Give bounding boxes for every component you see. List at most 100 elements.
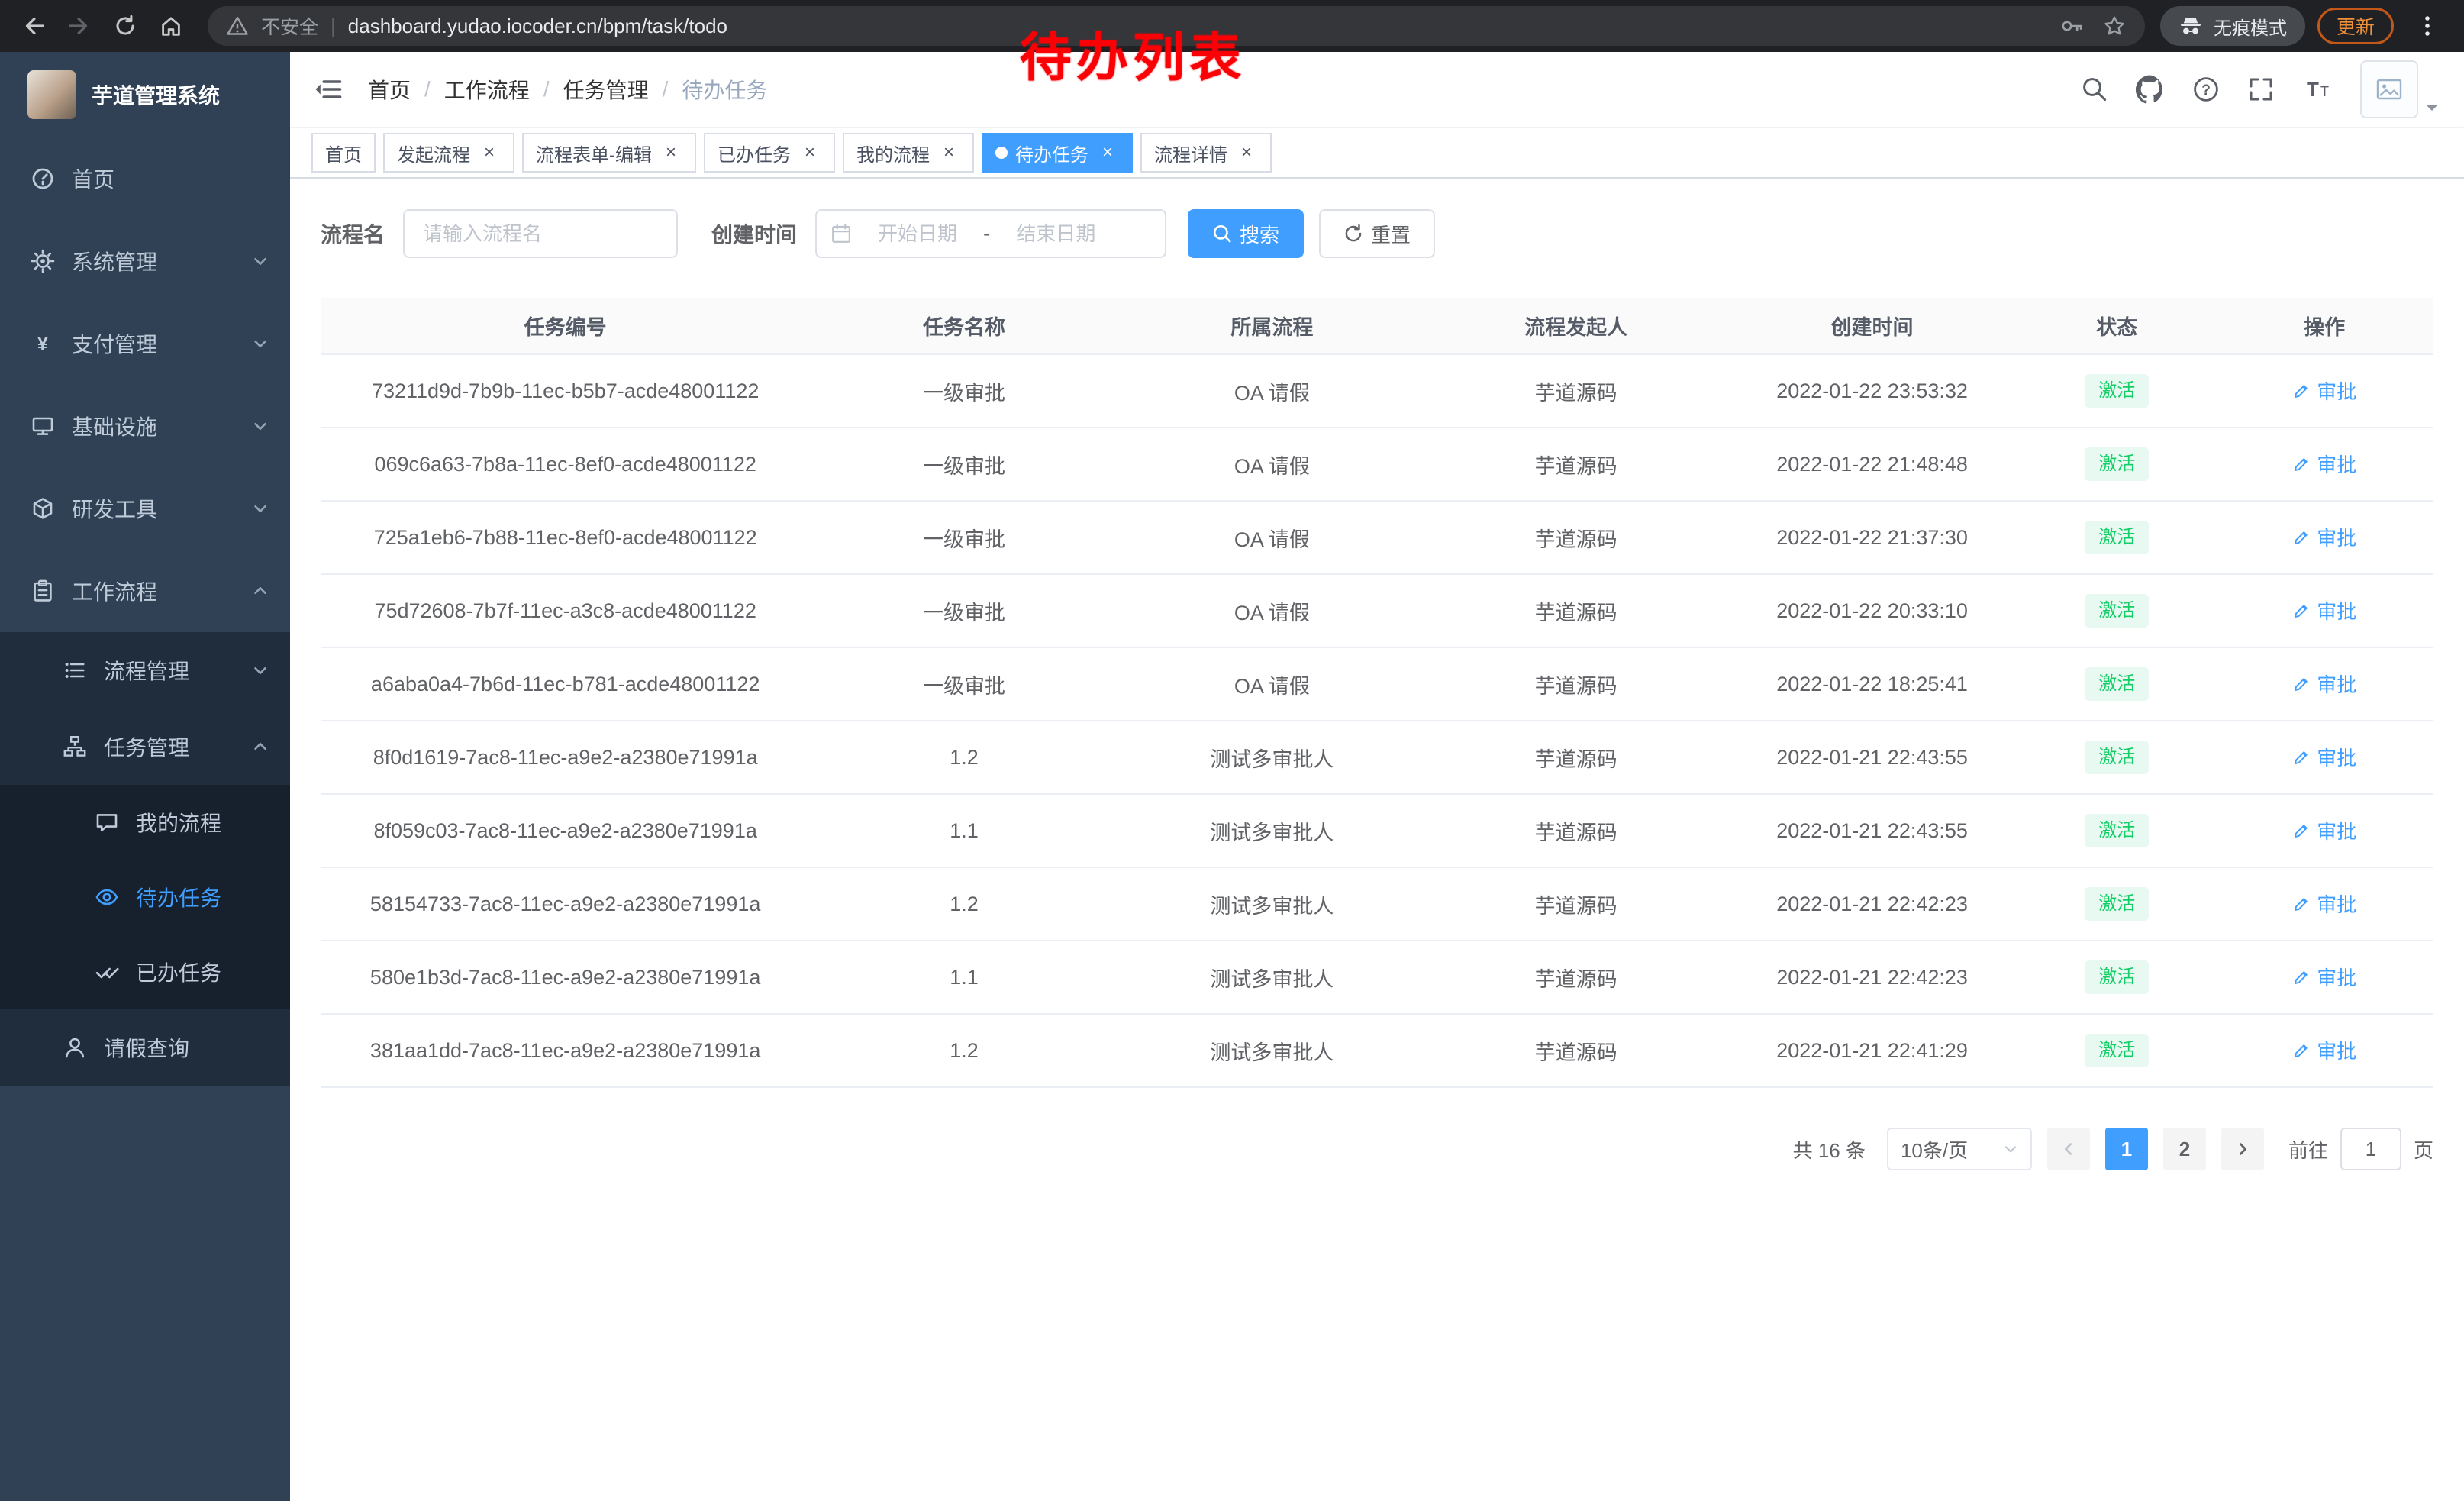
table-row: 381aa1dd-7ac8-11ec-a9e2-a2380e71991a 1.2…: [321, 1014, 2433, 1087]
create-time-label: 创建时间: [711, 218, 797, 249]
breadcrumb-home[interactable]: 首页: [368, 74, 411, 105]
cell-task-id: 73211d9d-7b9b-11ec-b5b7-acde48001122: [321, 354, 810, 428]
approve-link[interactable]: 审批: [2292, 376, 2356, 405]
cell-task-name: 一级审批: [810, 354, 1118, 428]
close-icon[interactable]: ×: [1096, 141, 1119, 164]
breadcrumb-workflow[interactable]: 工作流程: [444, 74, 530, 105]
end-date-input[interactable]: [999, 222, 1112, 246]
cell-create-time: 2022-01-22 21:37:30: [1726, 501, 2018, 574]
sidebar-item-devtools[interactable]: 研发工具: [0, 467, 290, 550]
cell-initiator: 芋道源码: [1426, 647, 1726, 721]
approve-link[interactable]: 审批: [2292, 889, 2356, 918]
prev-page-button[interactable]: [2047, 1128, 2090, 1170]
browser-back-button[interactable]: [12, 5, 55, 47]
cell-task-id: 8f059c03-7ac8-11ec-a9e2-a2380e71991a: [321, 794, 810, 867]
sidebar-item-payment[interactable]: ¥ 支付管理: [0, 302, 290, 385]
approve-link[interactable]: 审批: [2292, 670, 2356, 698]
cell-process: OA 请假: [1118, 647, 1426, 721]
tab-tag[interactable]: 流程表单-编辑 ×: [522, 133, 696, 173]
bookmark-star-icon[interactable]: [2102, 14, 2127, 38]
app: 不安全 | dashboard.yudao.iocoder.cn/bpm/tas…: [0, 0, 2464, 1501]
cell-process: 测试多审批人: [1118, 721, 1426, 794]
cell-task-name: 一级审批: [810, 428, 1118, 501]
browser-menu-icon[interactable]: [2406, 5, 2449, 47]
cell-initiator: 芋道源码: [1426, 721, 1726, 794]
github-icon[interactable]: [2136, 75, 2165, 104]
sidebar-item-infrastructure[interactable]: 基础设施: [0, 385, 290, 467]
svg-text:T: T: [2320, 84, 2329, 99]
tab-tag[interactable]: 待办任务 ×: [982, 133, 1133, 173]
sidebar-item-workflow[interactable]: 工作流程: [0, 550, 290, 632]
date-range-picker[interactable]: -: [815, 209, 1166, 258]
page-number-button[interactable]: 2: [2163, 1128, 2206, 1170]
page-size-select[interactable]: 10条/页: [1887, 1128, 2032, 1170]
chevron-down-icon: [252, 253, 269, 270]
help-icon[interactable]: ?: [2192, 76, 2220, 103]
browser-update-button[interactable]: 更新: [2317, 8, 2394, 44]
search-button[interactable]: 搜索: [1188, 209, 1304, 258]
top-navbar: 首页 / 工作流程 / 任务管理 / 待办任务 ?: [290, 52, 2464, 128]
tab-tag[interactable]: 我的流程 ×: [843, 133, 974, 173]
cell-process: 测试多审批人: [1118, 941, 1426, 1014]
font-size-icon[interactable]: TT: [2302, 76, 2333, 103]
approve-link[interactable]: 审批: [2292, 963, 2356, 991]
pagination: 共 16 条 10条/页 1: [321, 1128, 2433, 1170]
cell-create-time: 2022-01-21 22:43:55: [1726, 794, 2018, 867]
sidebar-item-todo-task[interactable]: 待办任务: [0, 860, 290, 934]
search-icon[interactable]: [2081, 76, 2108, 103]
page-number-button[interactable]: 1: [2105, 1128, 2148, 1170]
approve-link[interactable]: 审批: [2292, 523, 2356, 551]
sidebar-item-leave-query[interactable]: 请假查询: [0, 1009, 290, 1086]
caret-down-icon: [2424, 100, 2440, 118]
browser-forward-button[interactable]: [58, 5, 101, 47]
cell-initiator: 芋道源码: [1426, 354, 1726, 428]
status-badge: 激活: [2085, 447, 2149, 481]
status-badge: 激活: [2085, 741, 2149, 774]
close-icon[interactable]: ×: [1235, 141, 1258, 164]
cell-initiator: 芋道源码: [1426, 428, 1726, 501]
chat-bubble-icon: [95, 810, 119, 834]
double-check-icon: [95, 960, 119, 984]
close-icon[interactable]: ×: [478, 141, 501, 164]
collapse-sidebar-icon[interactable]: [313, 74, 343, 105]
cell-task-name: 1.2: [810, 1014, 1118, 1087]
close-icon[interactable]: ×: [660, 141, 682, 164]
cell-task-name: 1.1: [810, 794, 1118, 867]
approve-link[interactable]: 审批: [2292, 596, 2356, 625]
close-icon[interactable]: ×: [937, 141, 960, 164]
close-icon[interactable]: ×: [798, 141, 821, 164]
start-date-input[interactable]: [861, 222, 974, 246]
sidebar-logo[interactable]: 芋道管理系统: [0, 52, 290, 137]
monitor-icon: [31, 414, 55, 438]
sidebar-item-done-task[interactable]: 已办任务: [0, 934, 290, 1009]
tab-tag[interactable]: 发起流程 ×: [383, 133, 514, 173]
reset-button[interactable]: 重置: [1319, 209, 1435, 258]
goto-page-input[interactable]: [2340, 1128, 2401, 1170]
browser-reload-button[interactable]: [104, 5, 147, 47]
tab-tag[interactable]: 流程详情 ×: [1140, 133, 1272, 173]
sidebar-item-process-management[interactable]: 流程管理: [0, 632, 290, 709]
cell-process: 测试多审批人: [1118, 1014, 1426, 1087]
sidebar-item-home[interactable]: 首页: [0, 137, 290, 220]
fullscreen-icon[interactable]: [2247, 76, 2275, 103]
cell-process: OA 请假: [1118, 354, 1426, 428]
approve-link[interactable]: 审批: [2292, 816, 2356, 844]
user-avatar[interactable]: [2360, 60, 2440, 118]
cell-task-name: 一级审批: [810, 574, 1118, 647]
key-icon[interactable]: [2059, 14, 2084, 38]
approve-link[interactable]: 审批: [2292, 450, 2356, 478]
sidebar-item-task-management[interactable]: 任务管理: [0, 709, 290, 785]
tab-tag[interactable]: 已办任务 ×: [704, 133, 835, 173]
sidebar-item-my-process[interactable]: 我的流程: [0, 785, 290, 860]
sidebar-item-system[interactable]: 系统管理: [0, 220, 290, 302]
approve-link[interactable]: 审批: [2292, 743, 2356, 771]
process-name-input[interactable]: [403, 209, 678, 258]
cell-task-id: 381aa1dd-7ac8-11ec-a9e2-a2380e71991a: [321, 1014, 810, 1087]
cell-create-time: 2022-01-22 21:48:48: [1726, 428, 2018, 501]
next-page-button[interactable]: [2221, 1128, 2264, 1170]
breadcrumb-task-management[interactable]: 任务管理: [563, 74, 649, 105]
tab-tag[interactable]: 首页 ×: [311, 133, 376, 173]
approve-link[interactable]: 审批: [2292, 1036, 2356, 1064]
yen-icon: ¥: [31, 331, 55, 356]
browser-home-button[interactable]: [150, 5, 192, 47]
